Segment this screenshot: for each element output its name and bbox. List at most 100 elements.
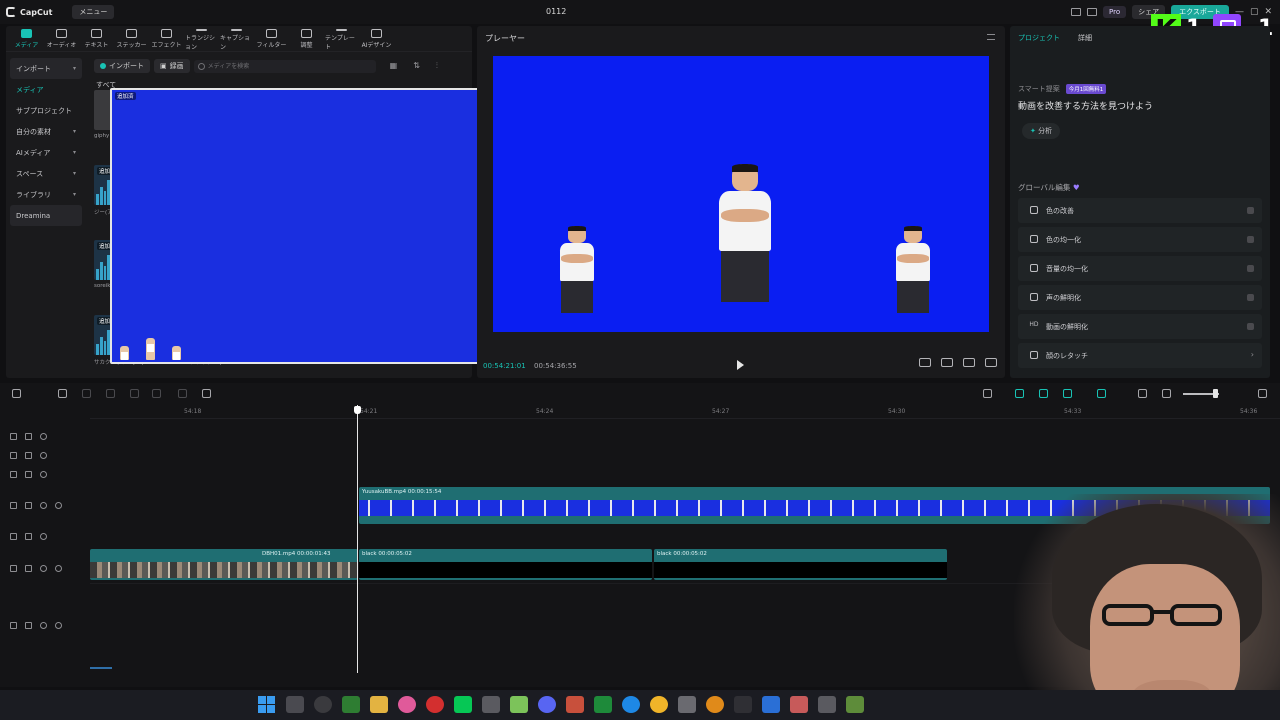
xbox-icon[interactable] xyxy=(594,696,612,713)
toggle[interactable] xyxy=(1247,294,1254,301)
eye-icon[interactable] xyxy=(40,622,47,629)
media-tab[interactable]: ステッカー xyxy=(115,29,148,51)
media-search-input[interactable]: メディアを検索 xyxy=(193,59,376,73)
media-tab[interactable]: AIデザイン xyxy=(360,29,393,51)
media-tab[interactable]: メディア xyxy=(10,29,43,51)
windows-start-icon[interactable] xyxy=(258,696,276,713)
player-menu-icon[interactable] xyxy=(987,34,995,40)
properties-tab[interactable]: 詳細 xyxy=(1078,33,1092,43)
minecraft-icon[interactable] xyxy=(846,696,864,713)
playhead-handle[interactable] xyxy=(354,406,361,414)
timeline-scrollbar[interactable] xyxy=(90,667,112,669)
edge-icon[interactable] xyxy=(622,696,640,713)
link-icon[interactable] xyxy=(1015,389,1024,398)
obs-icon[interactable] xyxy=(314,696,332,713)
lock-icon[interactable] xyxy=(25,452,32,459)
delete-icon[interactable] xyxy=(178,389,187,398)
eye-icon[interactable] xyxy=(40,533,47,540)
toggle[interactable] xyxy=(1247,265,1254,272)
coin-app-icon[interactable] xyxy=(706,696,724,713)
zoom-out-icon[interactable] xyxy=(1162,389,1171,398)
global-edit-item[interactable]: 色の均一化 xyxy=(1018,227,1262,252)
preview-axis-icon[interactable] xyxy=(1097,389,1106,398)
split-icon[interactable] xyxy=(106,389,115,398)
sidebar-item[interactable]: インポート ▾ xyxy=(10,58,82,79)
image-app-icon[interactable] xyxy=(790,696,808,713)
magnet-icon[interactable] xyxy=(1039,389,1048,398)
media-tab[interactable]: キャプション xyxy=(220,29,253,51)
toggle[interactable] xyxy=(1247,323,1254,330)
eye-icon[interactable] xyxy=(40,433,47,440)
lips-app-icon[interactable] xyxy=(398,696,416,713)
import-button[interactable]: インポート xyxy=(94,59,150,73)
aspect-ratio-icon[interactable] xyxy=(919,358,931,367)
time-ruler[interactable]: 54:18 54:21 54:24 54:27 54:30 54:33 54:36 xyxy=(90,405,1280,419)
select-tool-icon[interactable] xyxy=(12,389,21,398)
sidebar-item[interactable]: AIメディア ▾ xyxy=(10,142,82,163)
sidebar-item[interactable]: メディア xyxy=(10,79,82,100)
undo-icon[interactable] xyxy=(58,389,67,398)
task-view-icon[interactable] xyxy=(286,696,304,713)
sort-icon[interactable]: ⇅ xyxy=(413,61,420,71)
global-edit-item[interactable]: 声の鮮明化 xyxy=(1018,285,1262,310)
audio-icon[interactable] xyxy=(55,502,62,509)
pro-button[interactable]: Pro xyxy=(1103,6,1127,18)
ratio-icon[interactable] xyxy=(963,358,975,367)
menu-button[interactable]: メニュー xyxy=(72,5,115,19)
eye-icon[interactable] xyxy=(40,471,47,478)
shortcut-icon[interactable] xyxy=(1087,8,1098,16)
analyze-button[interactable]: 分析 xyxy=(1022,123,1061,139)
global-edit-item[interactable]: 音量の均一化 xyxy=(1018,256,1262,281)
global-edit-item[interactable]: 顔のレタッチ › xyxy=(1018,343,1262,368)
media-tab[interactable]: フィルター xyxy=(255,29,288,51)
black-clip-2[interactable]: black 00:00:05:02 xyxy=(654,549,947,580)
lock-icon[interactable] xyxy=(25,471,32,478)
sidebar-item[interactable]: 自分の素材 ▾ xyxy=(10,121,82,142)
chrome-icon[interactable] xyxy=(650,696,668,713)
tool-icon[interactable] xyxy=(678,696,696,713)
eye-icon[interactable] xyxy=(40,452,47,459)
shield-icon[interactable] xyxy=(202,389,211,398)
sidebar-item[interactable]: スペース ▾ xyxy=(10,163,82,184)
lock-icon[interactable] xyxy=(25,433,32,440)
fullscreen-icon[interactable] xyxy=(985,358,997,367)
media-tab[interactable]: 調整 xyxy=(290,29,323,51)
trim-right-icon[interactable] xyxy=(152,389,161,398)
black-clip-1[interactable]: black 00:00:05:02 xyxy=(359,549,652,580)
chatgpt-icon[interactable] xyxy=(482,696,500,713)
audio-icon[interactable] xyxy=(55,622,62,629)
snap-icon[interactable] xyxy=(1063,389,1072,398)
sidebar-item[interactable]: ライブラリ ▾ xyxy=(10,184,82,205)
layout-icon[interactable] xyxy=(1071,8,1082,16)
lock-icon[interactable] xyxy=(25,622,32,629)
main-video-clip[interactable]: DBH01.mp4 00:00:01:43 xyxy=(90,549,358,580)
zoom-fit-timeline-icon[interactable] xyxy=(1258,389,1267,398)
redo-icon[interactable] xyxy=(82,389,91,398)
line-icon[interactable] xyxy=(454,696,472,713)
toggle[interactable] xyxy=(1247,207,1254,214)
media-tab[interactable]: テンプレート xyxy=(325,29,358,51)
microphone-icon[interactable] xyxy=(983,389,992,398)
audio-icon[interactable] xyxy=(55,565,62,572)
sidebar-item[interactable]: サブプロジェクト xyxy=(10,100,82,121)
zoom-slider-handle[interactable] xyxy=(1213,389,1218,398)
controller-icon[interactable] xyxy=(818,696,836,713)
nvidia-icon[interactable] xyxy=(342,696,360,713)
media-tab[interactable]: オーディオ xyxy=(45,29,78,51)
global-edit-item[interactable]: HD 動画の鮮明化 xyxy=(1018,314,1262,339)
lock-icon[interactable] xyxy=(25,565,32,572)
record-button[interactable]: ▣ 録画 xyxy=(154,59,190,73)
lock-icon[interactable] xyxy=(25,533,32,540)
play-icon[interactable] xyxy=(737,360,744,370)
video-preview[interactable] xyxy=(493,56,989,332)
adobe-icon[interactable] xyxy=(566,696,584,713)
playhead[interactable] xyxy=(357,405,358,673)
global-edit-item[interactable]: 色の改善 xyxy=(1018,198,1262,223)
media-tab[interactable]: トランジション xyxy=(185,29,218,51)
vim-icon[interactable] xyxy=(510,696,528,713)
calendar-icon[interactable] xyxy=(762,696,780,713)
eye-icon[interactable] xyxy=(40,502,47,509)
file-explorer-icon[interactable] xyxy=(370,696,388,713)
lock-icon[interactable] xyxy=(25,502,32,509)
capcut-taskbar-icon[interactable] xyxy=(734,696,752,713)
